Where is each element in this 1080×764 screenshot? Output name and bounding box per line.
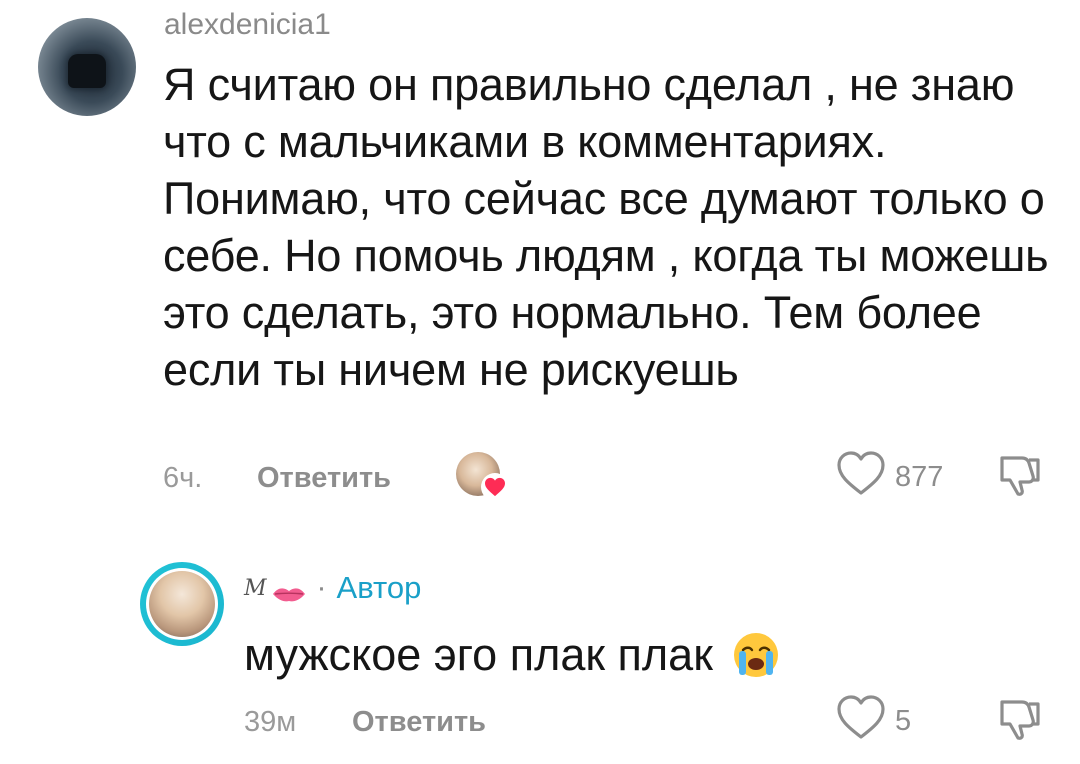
avatar-image bbox=[149, 571, 215, 637]
comment-username[interactable]: M bbox=[244, 576, 267, 601]
author-badge: Автор bbox=[336, 570, 422, 605]
avatar-image bbox=[68, 54, 106, 88]
author-line: M · Автор bbox=[244, 570, 421, 606]
thumbs-down-icon[interactable] bbox=[996, 696, 1044, 747]
like-count: 877 bbox=[895, 461, 944, 493]
heart-outline-icon[interactable] bbox=[836, 694, 886, 745]
comment-text: Я считаю он правильно сделал , не знаю ч… bbox=[163, 59, 1049, 395]
comment-username[interactable]: alexdenicia1 bbox=[164, 8, 331, 42]
reply-button[interactable]: Ответить bbox=[352, 706, 486, 739]
heart-outline-icon[interactable] bbox=[836, 450, 886, 501]
lips-icon bbox=[271, 578, 307, 602]
comment-time: 39м bbox=[244, 706, 297, 738]
loudly-crying-face-icon bbox=[731, 630, 781, 680]
avatar-ring-inner bbox=[146, 568, 218, 640]
comment-text: мужское эго плак плак bbox=[244, 629, 713, 680]
comment-text-row: мужское эго плак плак bbox=[244, 626, 781, 683]
thumbs-down-icon[interactable] bbox=[996, 452, 1044, 503]
avatar[interactable] bbox=[140, 562, 224, 646]
comment-time: 6ч. bbox=[163, 462, 203, 494]
comment-item: alexdenicia1 Я считаю он правильно сдела… bbox=[0, 0, 1080, 520]
heart-badge-icon bbox=[481, 473, 509, 501]
separator-dot: · bbox=[316, 571, 327, 604]
reply-comment-item: M · Автор мужское эго плак плак 39м Отве… bbox=[0, 540, 1080, 764]
reply-button[interactable]: Ответить bbox=[257, 462, 391, 495]
avatar[interactable] bbox=[38, 18, 136, 116]
like-count: 5 bbox=[895, 705, 912, 737]
